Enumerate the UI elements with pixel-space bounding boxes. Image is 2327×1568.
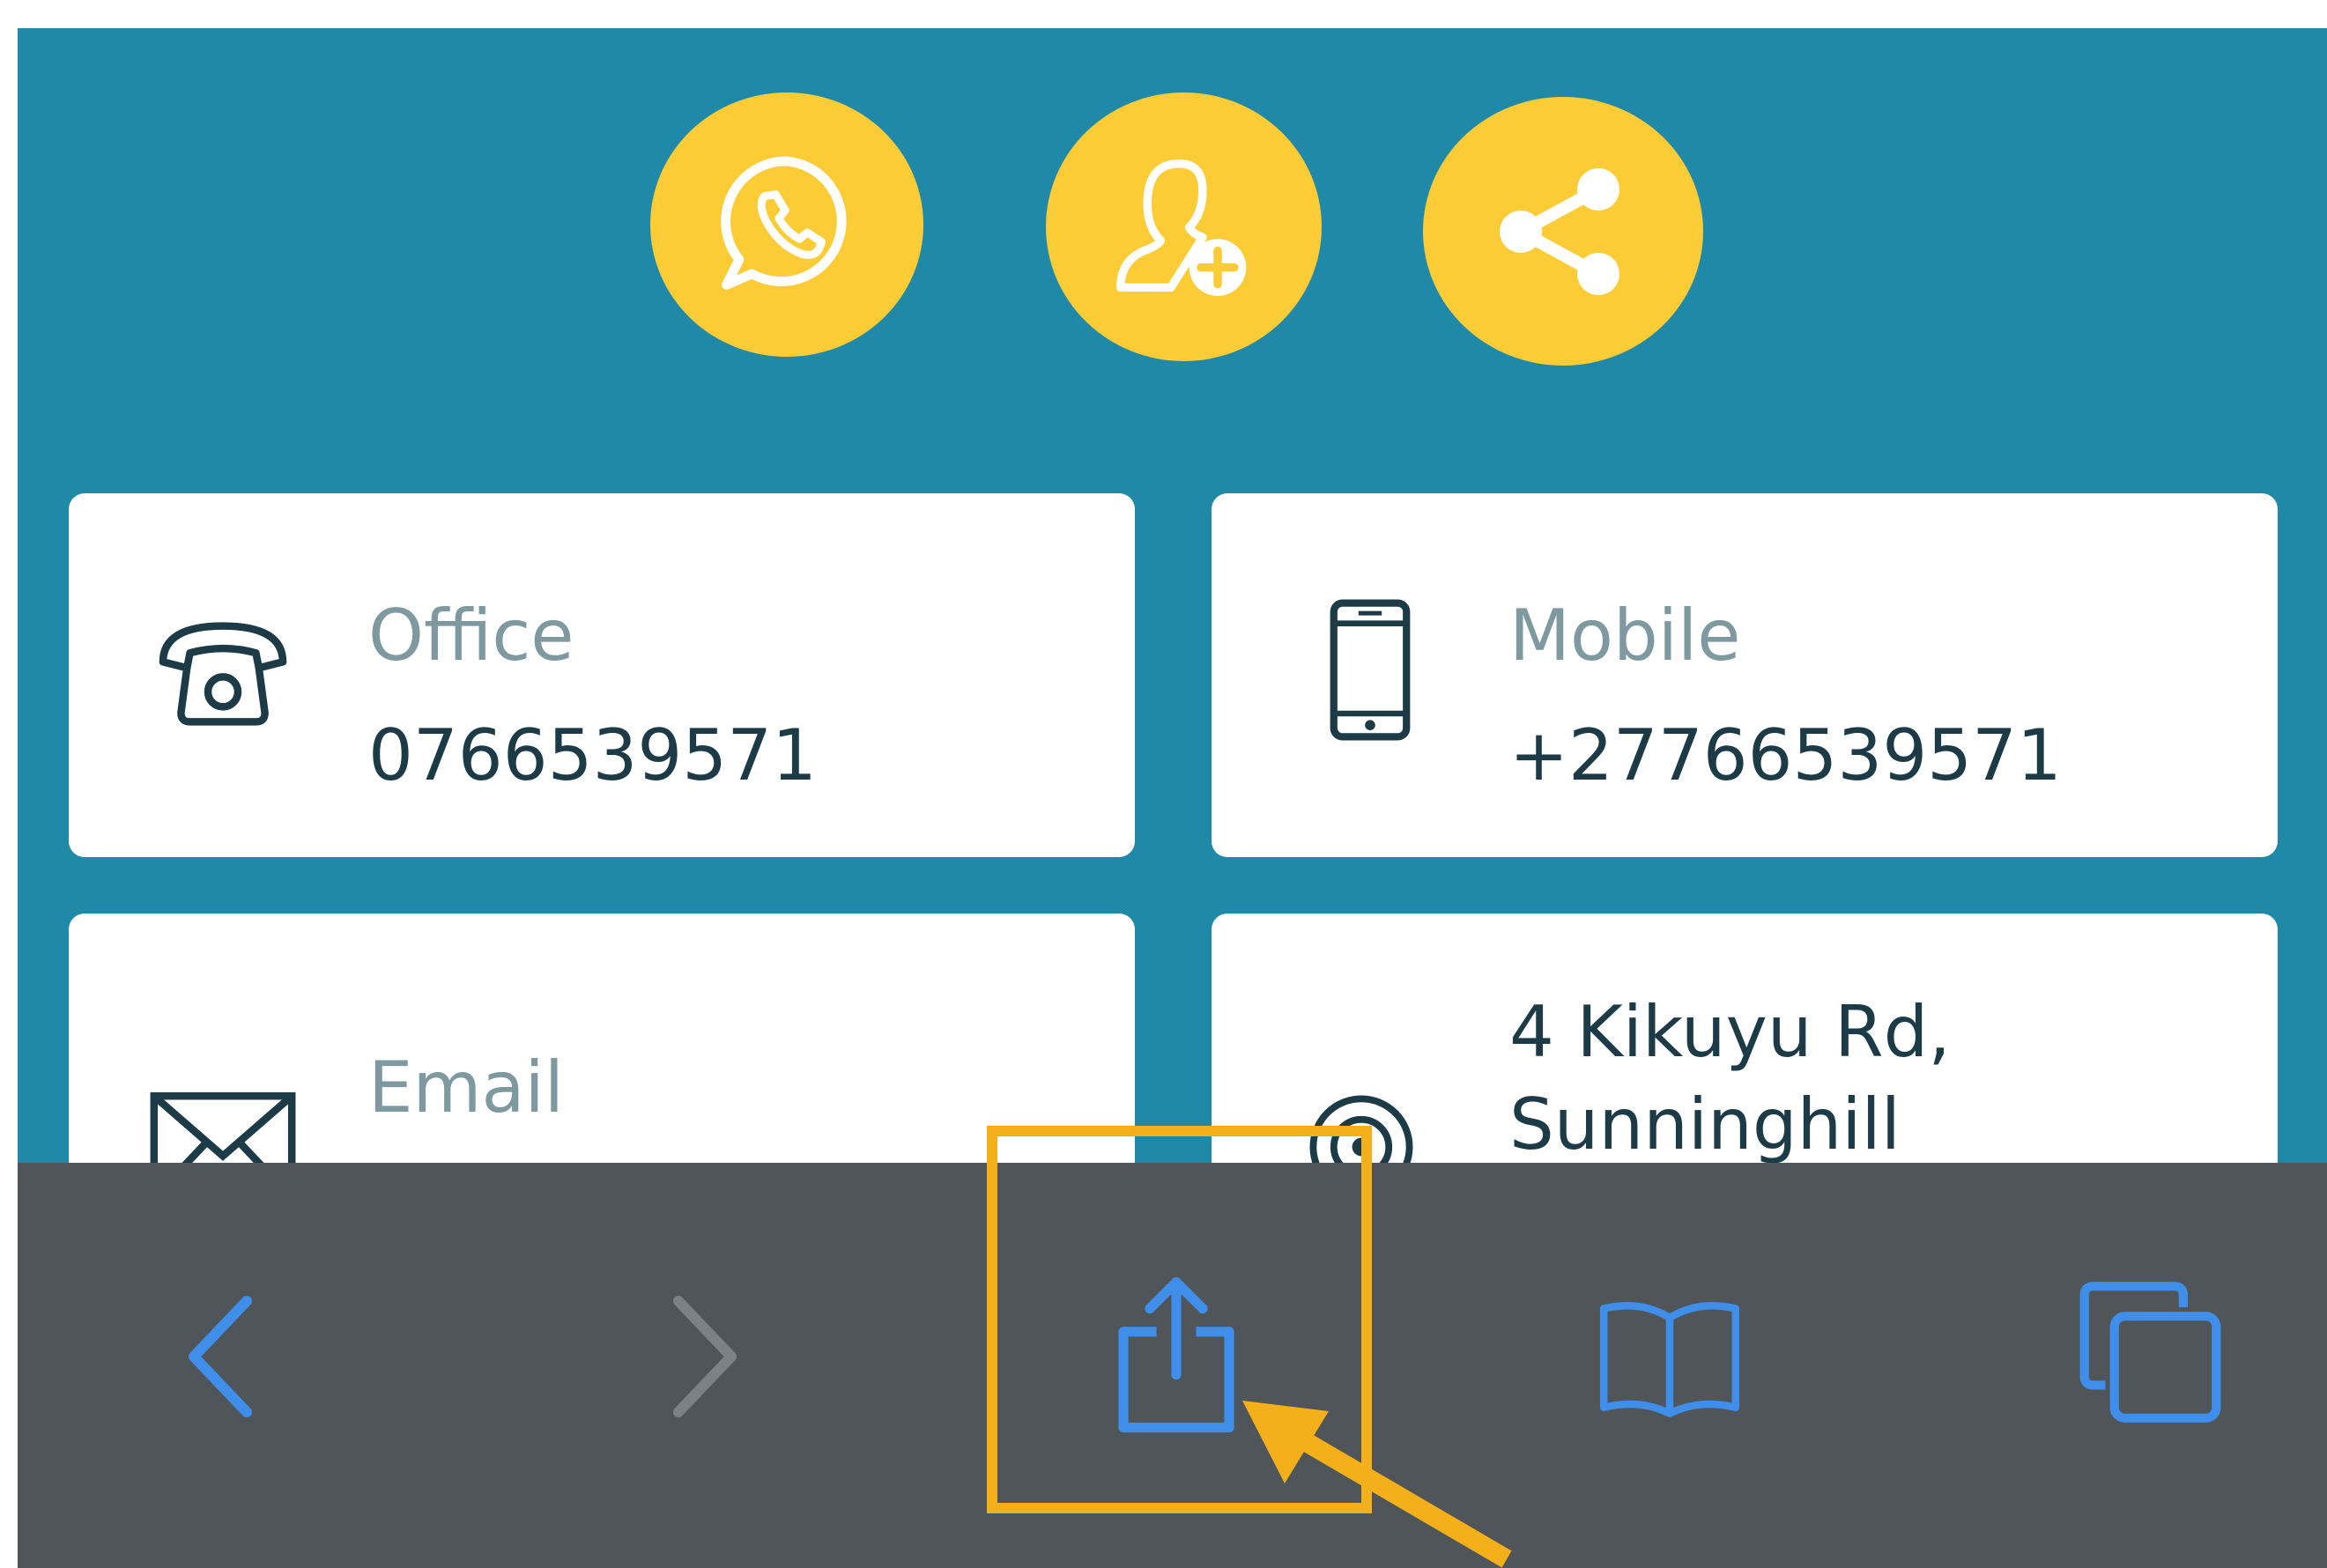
open-book-icon <box>1599 1301 1740 1417</box>
mobile-card[interactable]: Mobile +27766539571 <box>1212 493 2278 857</box>
whatsapp-icon <box>721 156 847 290</box>
email-label: Email <box>368 1047 564 1128</box>
address-line1[interactable]: 4 Kikuyu Rd, <box>1509 997 1951 1068</box>
office-label: Office <box>368 595 574 677</box>
office-number[interactable]: 0766539571 <box>368 721 817 791</box>
tabs-button[interactable] <box>2062 1268 2238 1436</box>
annotation-arrow-icon <box>1242 1401 1512 1568</box>
forward-button[interactable] <box>643 1277 767 1436</box>
back-button[interactable] <box>159 1277 282 1436</box>
share-icon <box>1500 167 1619 295</box>
add-contact-button[interactable] <box>1046 92 1322 361</box>
address-line2[interactable]: Sunninghill <box>1509 1090 1901 1160</box>
mobile-label: Mobile <box>1509 595 1741 677</box>
bookmarks-button[interactable] <box>1586 1286 1753 1427</box>
chevron-right-icon <box>673 1296 737 1417</box>
whatsapp-button[interactable] <box>650 92 923 357</box>
telephone-icon <box>159 622 287 726</box>
tabs-icon <box>2079 1282 2220 1423</box>
mobile-number[interactable]: +27766539571 <box>1509 721 2062 791</box>
chevron-left-icon <box>189 1296 252 1417</box>
add-contact-icon <box>1115 159 1246 296</box>
share-button[interactable] <box>1423 97 1703 366</box>
mobile-phone-icon <box>1330 599 1411 741</box>
office-card[interactable]: Office 0766539571 <box>69 493 1135 857</box>
